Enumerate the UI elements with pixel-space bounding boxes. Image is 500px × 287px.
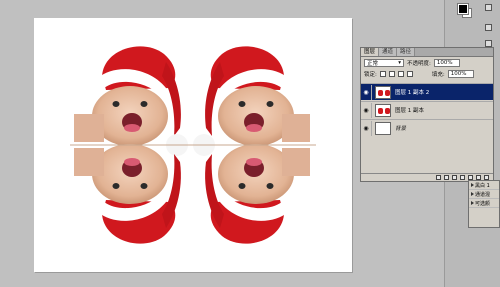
eye-icon[interactable]: ◉ <box>361 84 372 100</box>
opacity-label: 不透明度: <box>407 60 431 67</box>
dock-icon[interactable] <box>485 24 492 31</box>
layer-thumbnail <box>375 85 391 99</box>
history-item-label: 通道混 <box>475 191 491 198</box>
layer-style-icon[interactable] <box>444 175 449 180</box>
chevron-down-icon: ▾ <box>398 59 401 66</box>
history-item-label: 可选颜 <box>475 200 491 207</box>
blend-row: 正常 ▾ 不透明度: 100% <box>361 57 493 68</box>
left-baby-bottom <box>74 144 181 244</box>
history-panel: 黑白 1 通道混 可选颜 <box>468 180 500 228</box>
play-icon <box>471 201 474 205</box>
lock-paint-icon[interactable] <box>388 70 395 77</box>
history-item-label: 黑白 1 <box>475 182 490 189</box>
play-icon <box>471 183 474 187</box>
lock-icon[interactable] <box>406 70 413 77</box>
tab-layers[interactable]: 图层 <box>361 48 380 56</box>
adjustment-icon[interactable] <box>460 175 465 180</box>
foreground-color-swatch[interactable] <box>457 3 469 15</box>
eye-icon[interactable]: ◉ <box>361 120 372 136</box>
history-item[interactable]: 通道混 <box>469 190 499 199</box>
document-canvas[interactable] <box>34 18 352 272</box>
panel-tabs: 图层 通道 路径 <box>361 48 493 57</box>
lock-row: 锁定: 填充: 100% <box>361 68 493 79</box>
layer-name: 背景 <box>395 126 407 132</box>
play-icon <box>471 192 474 196</box>
tab-channels[interactable]: 通道 <box>379 48 398 56</box>
layer-thumbnail <box>375 103 391 117</box>
layer-thumbnail <box>375 121 391 135</box>
layer-name: 图层 1 副本 <box>395 108 424 114</box>
layers-panel: 图层 通道 路径 正常 ▾ 不透明度: 100% 锁定: 填充: 100% ◉ <box>360 47 494 182</box>
fill-field[interactable]: 100% <box>447 69 474 78</box>
opacity-field[interactable]: 100% <box>433 58 460 67</box>
blend-mode-select[interactable]: 正常 ▾ <box>364 58 404 67</box>
right-baby-top <box>193 46 310 156</box>
layer-row[interactable]: ◉ 背景 <box>361 119 493 136</box>
link-layers-icon[interactable] <box>436 175 441 180</box>
workspace: 图层 通道 路径 正常 ▾ 不透明度: 100% 锁定: 填充: 100% ◉ <box>0 0 500 287</box>
mask-icon[interactable] <box>452 175 457 180</box>
lock-label: 锁定: <box>364 71 377 78</box>
history-item[interactable]: 可选颜 <box>469 199 499 208</box>
fill-label: 填充: <box>431 71 445 78</box>
canvas-image <box>70 46 316 244</box>
tab-paths[interactable]: 路径 <box>397 48 416 56</box>
blend-mode-value: 正常 <box>367 60 379 67</box>
lock-transparent-icon[interactable] <box>379 70 386 77</box>
lock-move-icon[interactable] <box>397 70 404 77</box>
left-baby-top <box>74 46 188 156</box>
eye-icon[interactable]: ◉ <box>361 102 372 118</box>
layer-row[interactable]: ◉ 图层 1 副本 <box>361 101 493 118</box>
right-baby-bottom <box>205 144 310 244</box>
dock-icon[interactable] <box>485 4 492 11</box>
dock-icon[interactable] <box>485 40 492 47</box>
layer-row[interactable]: ◉ 图层 1 副本 2 <box>361 83 493 100</box>
layer-name: 图层 1 副本 2 <box>395 90 430 96</box>
history-item[interactable]: 黑白 1 <box>469 181 499 190</box>
